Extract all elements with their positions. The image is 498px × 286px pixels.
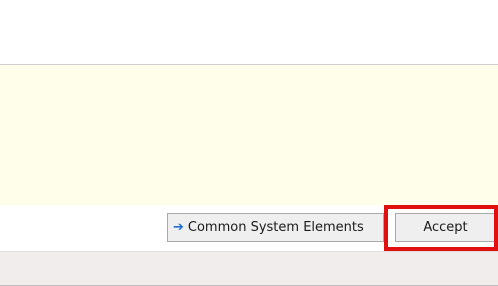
accept-label: Accept <box>423 220 468 235</box>
blank-header-area <box>0 0 498 64</box>
footer-bar <box>0 251 498 286</box>
arrow-right-icon: ➔ <box>173 220 184 235</box>
info-panel <box>0 64 498 205</box>
accept-button[interactable]: Accept <box>395 213 496 242</box>
common-system-elements-label: Common System Elements <box>187 220 364 235</box>
common-system-elements-button[interactable]: ➔ Common System Elements <box>167 213 384 242</box>
